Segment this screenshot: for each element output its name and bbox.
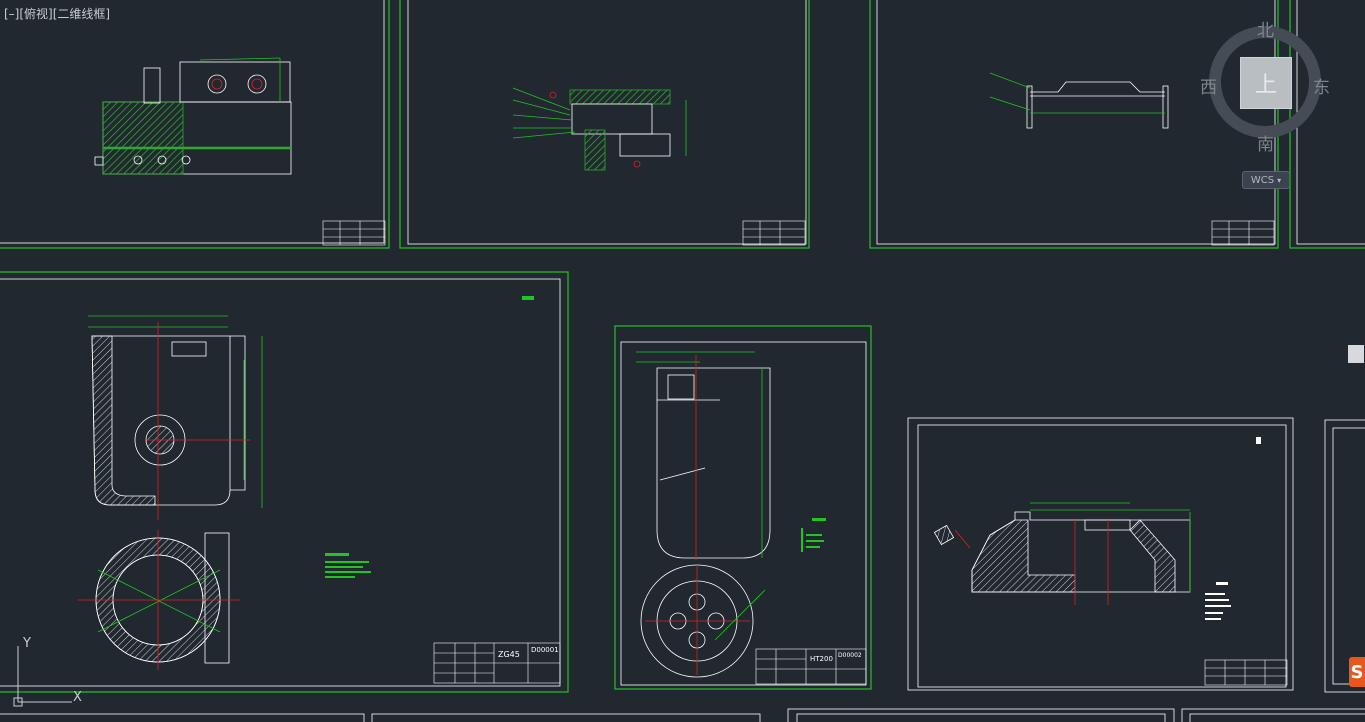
- title-block: [742, 220, 806, 246]
- drawing-sheet-bottom[interactable]: [0, 708, 1365, 722]
- title-block-code: D00002: [838, 652, 862, 659]
- chevron-down-icon: ▾: [1277, 175, 1282, 185]
- compass-west[interactable]: 西: [1200, 73, 1217, 98]
- title-block-material: HT200: [810, 655, 833, 663]
- drawing-sheet-1[interactable]: [0, 0, 390, 249]
- drawing-canvas[interactable]: ZG45 D00001 HT200 D00002 Y X: [0, 0, 1365, 722]
- part-view: [636, 351, 771, 678]
- vertical-scrollbar-thumb[interactable]: [1348, 345, 1364, 363]
- title-block-material: ZG45: [498, 650, 520, 659]
- drawing-sheet-8[interactable]: [1324, 419, 1365, 693]
- tech-notes: [801, 518, 826, 552]
- viewcube[interactable]: 北 西 东 南 上: [1200, 14, 1335, 189]
- title-block: [1204, 659, 1288, 686]
- viewcube-top-face[interactable]: 上: [1240, 57, 1292, 109]
- visual-style-button[interactable]: [二维线框]: [53, 7, 110, 21]
- drawing-sheet-5[interactable]: HT200 D00002: [614, 325, 872, 690]
- view-name-button[interactable]: [俯视]: [19, 7, 52, 21]
- compass-east[interactable]: 东: [1313, 73, 1330, 98]
- viewport-menu-button[interactable]: [–]: [4, 7, 19, 21]
- wcs-label: WCS: [1250, 174, 1275, 186]
- part-view: [989, 72, 1169, 129]
- ucs-x-label: X: [73, 690, 82, 705]
- wcs-menu-button[interactable]: WCS ▾: [1242, 171, 1290, 189]
- ucs-axes-icon: [13, 646, 72, 707]
- viewport-controls: [–][俯视][二维线框]: [4, 5, 110, 22]
- drawing-sheet-4[interactable]: ZG45 D00001: [0, 271, 569, 693]
- part-view: [78, 315, 263, 670]
- drawing-sheet-2[interactable]: [399, 0, 810, 249]
- ucs-y-label: Y: [22, 636, 31, 651]
- tech-notes: [1205, 437, 1261, 620]
- title-block-code: D00001: [531, 646, 559, 654]
- part-view: [933, 502, 1191, 605]
- title-block: [322, 220, 386, 246]
- compass-north[interactable]: 北: [1257, 16, 1274, 41]
- tech-notes: [325, 296, 534, 578]
- part-view: [512, 87, 687, 171]
- app-logo-icon: S: [1349, 657, 1365, 687]
- title-block: [1211, 220, 1275, 246]
- drawing-sheet-7[interactable]: [907, 417, 1294, 691]
- part-view: [94, 57, 292, 175]
- compass-south[interactable]: 南: [1257, 130, 1274, 155]
